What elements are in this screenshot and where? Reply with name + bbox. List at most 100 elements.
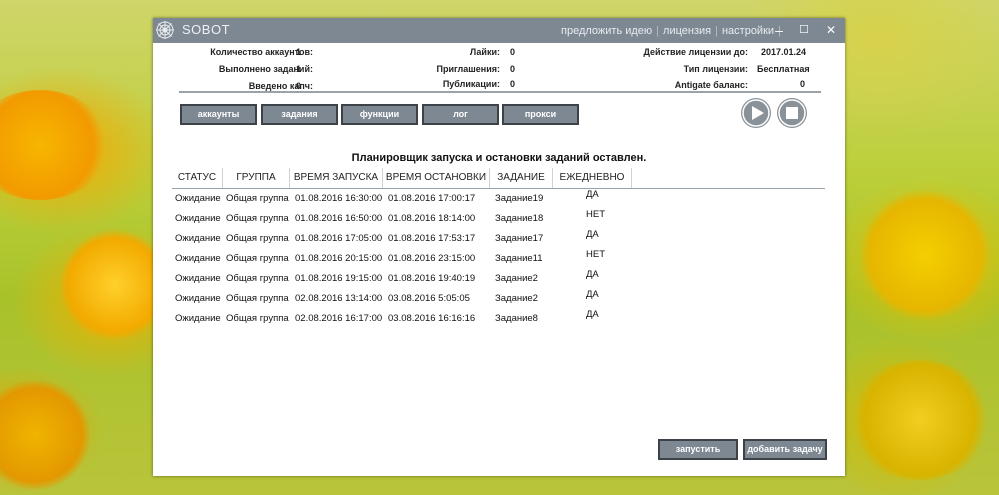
tasks-done-value: 1 [296, 64, 302, 74]
table-row[interactable]: Ожидание Общая группа 01.08.2016 16:50:00 0… [172, 209, 825, 233]
cell-daily: ДА [586, 269, 599, 280]
license-link[interactable]: лицензия [663, 25, 711, 37]
add-task-button[interactable]: добавить задачу [743, 439, 827, 460]
captcha-count-label: Введено капч: [248, 81, 313, 91]
run-button[interactable]: запустить [658, 439, 738, 460]
cell-group: Общая группа [226, 193, 289, 204]
cell-start-time: 02.08.2016 16:17:00 [295, 313, 383, 324]
cell-task: Задание2 [495, 293, 538, 304]
cell-status: Ожидание [175, 253, 221, 264]
invites-value: 0 [510, 64, 516, 74]
stop-icon [778, 99, 806, 127]
background-flower [850, 360, 990, 480]
cell-task: Задание19 [495, 193, 544, 204]
scheduler-status: Планировщик запуска и остановки заданий … [351, 152, 647, 164]
background-flower [0, 380, 90, 490]
invites-label: Приглашения: [436, 64, 500, 74]
table-row[interactable]: Ожидание Общая группа 01.08.2016 19:15:00 0… [172, 269, 825, 293]
license-type-value: Бесплатная [757, 64, 810, 74]
column-header-start-time[interactable]: ВРЕМЯ ЗАПУСКА [290, 168, 383, 188]
cell-start-time: 01.08.2016 16:30:00 [295, 193, 383, 204]
cell-stop-time: 03.08.2016 5:05:05 [388, 293, 470, 304]
tasks-button[interactable]: задания [261, 104, 338, 125]
cell-status: Ожидание [175, 193, 221, 204]
cell-status: Ожидание [175, 273, 221, 284]
table-row[interactable]: Ожидание Общая группа 01.08.2016 16:30:00 0… [172, 189, 825, 213]
cell-daily: НЕТ [586, 209, 605, 220]
license-until-value: 2017.01.24 [761, 47, 807, 57]
column-header-group[interactable]: ГРУППА [223, 168, 290, 188]
cell-status: Ожидание [175, 213, 221, 224]
cell-stop-time: 01.08.2016 19:40:19 [388, 273, 476, 284]
column-header-stop-time[interactable]: ВРЕМЯ ОСТАНОВКИ [383, 168, 490, 188]
minimize-button[interactable]: – [769, 20, 789, 40]
background-flower [0, 90, 110, 200]
antigate-balance-label: Antigate баланс: [674, 80, 748, 90]
cell-start-time: 01.08.2016 19:15:00 [295, 273, 383, 284]
cell-start-time: 01.08.2016 20:15:00 [295, 253, 383, 264]
cell-daily: ДА [586, 189, 599, 200]
suggest-idea-link[interactable]: предложить идею [561, 25, 652, 37]
cell-group: Общая группа [226, 253, 289, 264]
log-button[interactable]: лог [422, 104, 499, 125]
cell-stop-time: 01.08.2016 18:14:00 [388, 213, 476, 224]
table-row[interactable]: Ожидание Общая группа 02.08.2016 16:17:00 0… [172, 309, 825, 333]
functions-button[interactable]: функции [341, 104, 418, 125]
title-bar[interactable]: SOBOT предложить идею | лицензия | настройки… [153, 18, 845, 43]
table-header: СТАТУС ГРУППА ВРЕМЯ ЗАПУСКА ВРЕМЯ ОСТАНО… [172, 168, 825, 189]
posts-label: Публикации: [442, 79, 500, 89]
cell-task: Задание8 [495, 313, 538, 324]
cell-group: Общая группа [226, 293, 289, 304]
divider [179, 91, 821, 93]
play-button[interactable] [741, 98, 771, 128]
cell-stop-time: 01.08.2016 23:15:00 [388, 253, 476, 264]
cell-daily: ДА [586, 289, 599, 300]
cell-group: Общая группа [226, 273, 289, 284]
cell-daily: ДА [586, 309, 599, 320]
cell-daily: ДА [586, 229, 599, 240]
spider-web-icon [156, 21, 174, 39]
settings-link[interactable]: настройки [722, 25, 774, 37]
column-header-daily[interactable]: ЕЖЕДНЕВНО [553, 168, 632, 188]
cell-start-time: 01.08.2016 17:05:00 [295, 233, 383, 244]
table-row[interactable]: Ожидание Общая группа 02.08.2016 13:14:00 0… [172, 289, 825, 313]
title-links: предложить идею | лицензия | настройки | [561, 25, 785, 37]
captcha-count-value: 0 [296, 81, 302, 91]
close-button[interactable]: ✕ [821, 20, 841, 40]
license-type-label: Тип лицензии: [683, 64, 748, 74]
cell-group: Общая группа [226, 313, 289, 324]
accounts-count-value: 1 [296, 47, 302, 57]
cell-stop-time: 01.08.2016 17:53:17 [388, 233, 476, 244]
table-row[interactable]: Ожидание Общая группа 01.08.2016 17:05:00 0… [172, 229, 825, 253]
column-header-task[interactable]: ЗАДАНИЕ [490, 168, 553, 188]
cell-stop-time: 03.08.2016 16:16:16 [388, 313, 476, 324]
proxy-button[interactable]: прокси [502, 104, 579, 125]
posts-value: 0 [510, 79, 516, 89]
cell-task: Задание11 [495, 253, 543, 264]
app-title: SOBOT [182, 22, 231, 37]
cell-group: Общая группа [226, 213, 289, 224]
app-window: SOBOT предложить идею | лицензия | настройки… [153, 18, 845, 476]
cell-status: Ожидание [175, 313, 221, 324]
maximize-button[interactable]: ☐ [794, 20, 814, 40]
divider: | [656, 25, 660, 37]
cell-task: Задание18 [495, 213, 544, 224]
cell-start-time: 02.08.2016 13:14:00 [295, 293, 383, 304]
cell-task: Задание2 [495, 273, 538, 284]
cell-status: Ожидание [175, 233, 221, 244]
background-flower [860, 190, 990, 320]
cell-group: Общая группа [226, 233, 289, 244]
divider: | [715, 25, 718, 37]
stop-button[interactable] [777, 98, 807, 128]
antigate-balance-value: 0 [800, 79, 806, 89]
table-row[interactable]: Ожидание Общая группа 01.08.2016 20:15:00 0… [172, 249, 825, 273]
cell-start-time: 01.08.2016 16:50:00 [295, 213, 383, 224]
cell-daily: НЕТ [586, 249, 605, 260]
accounts-button[interactable]: аккаунты [180, 104, 257, 125]
cell-status: Ожидание [175, 293, 221, 304]
likes-value: 0 [510, 47, 516, 57]
likes-label: Лайки: [469, 47, 500, 57]
column-header-status[interactable]: СТАТУС [172, 168, 223, 188]
license-until-label: Действие лицензии до: [643, 47, 748, 57]
cell-stop-time: 01.08.2016 17:00:17 [388, 193, 476, 204]
